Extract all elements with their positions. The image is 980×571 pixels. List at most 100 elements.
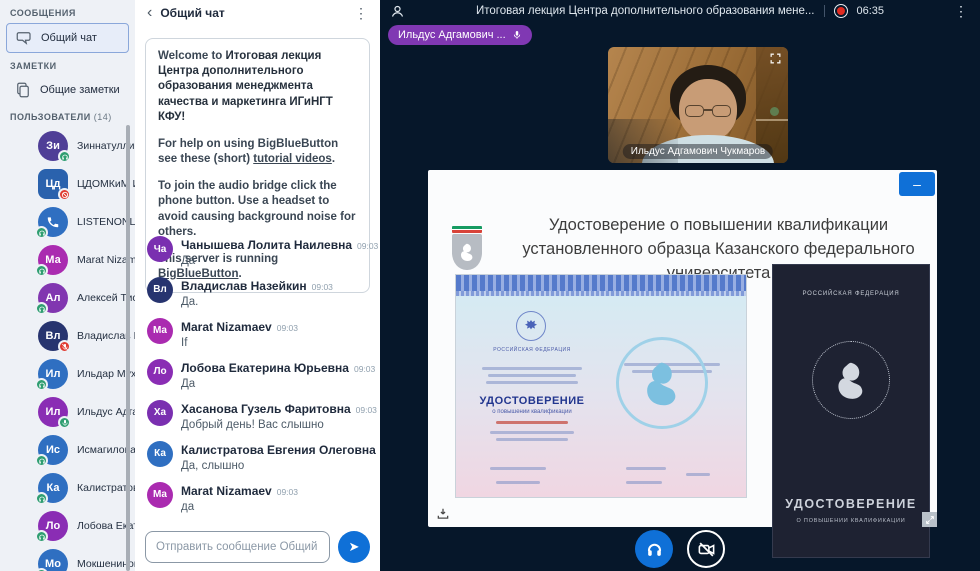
message-text: If [181, 336, 298, 351]
leave-audio-button[interactable] [635, 530, 673, 568]
chat-message: Ча Чанышева Лолита Наилевна09:03 Да [147, 236, 368, 269]
chat-panel: ‹ Общий чат ⋮ Welcome to Итоговая лекция… [135, 0, 380, 571]
status-badge [35, 264, 48, 277]
talking-indicator[interactable]: Ильдус Адгамович ... [388, 25, 532, 45]
chat-input-bar: ➤ [145, 531, 370, 563]
avatar: Ло [147, 359, 173, 385]
minimize-icon: – [913, 176, 921, 192]
avatar-initials: Ха [154, 407, 166, 418]
chat-message: Вл Владислав Назейкин09:03 Да. [147, 277, 368, 310]
status-badge [35, 492, 48, 505]
user-list-item[interactable]: Зи Зиннатуллин... (Вы) [0, 127, 135, 165]
message-text: Да. [181, 295, 333, 310]
avatar: Ма [147, 482, 173, 508]
chat-options-kebab-icon[interactable]: ⋮ [354, 6, 368, 20]
sidebar-item-shared-notes[interactable]: Общие заметки [6, 76, 129, 104]
avatar: Ча [147, 236, 173, 262]
user-list-item[interactable]: Цд ЦДОМКиМ ИГиНГТ [0, 165, 135, 203]
avatar-initials: Ма [45, 254, 60, 266]
chat-bubble-icon [15, 29, 33, 47]
send-message-button[interactable]: ➤ [338, 531, 370, 563]
certificate-subheading: о повышении квалификации [474, 409, 590, 415]
avatar: Вл [38, 321, 68, 351]
certificate-document-image: РОССИЙСКАЯ ФЕДЕРАЦИЯ УДОСТОВЕРЕНИЕ о пов… [455, 274, 747, 498]
chat-message-input[interactable] [145, 531, 330, 563]
avatar-initials: Вл [46, 330, 61, 342]
sidebar-scrollbar[interactable] [126, 125, 130, 571]
avatar-initials: Ло [46, 520, 60, 532]
user-list-item[interactable]: Вл Владислав Назей... [0, 317, 135, 355]
user-list-item[interactable]: Ка Калистратова Евг... [0, 469, 135, 507]
message-time: 09:03 [277, 323, 298, 333]
user-list-item[interactable]: Ло Лобова Екатерин... [0, 507, 135, 545]
user-list-item[interactable]: Ал Алексей Тистол [0, 279, 135, 317]
left-sidebar: СООБЩЕНИЯ Общий чат ЗАМЕТКИ Общие заметк… [0, 0, 135, 571]
user-list-item[interactable]: Мо Мокшенинова Ма... [0, 545, 135, 571]
options-kebab-icon[interactable]: ⋮ [954, 3, 968, 20]
camera-off-icon [697, 540, 716, 559]
chat-message: Ма Marat Nizamaev09:03 да [147, 482, 368, 515]
message-text: Да [181, 254, 378, 269]
headphones-icon [645, 540, 664, 559]
status-badge [58, 188, 71, 201]
phone-icon [46, 215, 60, 229]
avatar-initials: Мо [45, 558, 61, 570]
message-text: да [181, 500, 298, 515]
notes-section-header: ЗАМЕТКИ [10, 61, 125, 71]
avatar-initials: Ма [153, 489, 167, 500]
user-list-item[interactable]: LISTENONLY-%D0%... [0, 203, 135, 241]
download-presentation-button[interactable] [436, 507, 450, 521]
message-text: Добрый день! Вас слышно [181, 418, 377, 433]
avatar-initials: Зи [46, 140, 60, 152]
message-author: Marat Nizamaev09:03 [181, 484, 298, 498]
chat-title: Общий чат [160, 6, 224, 20]
chat-header: ‹ Общий чат ⋮ [135, 0, 380, 26]
avatar: Вл [147, 277, 173, 303]
cover-country: РОССИЙСКАЯ ФЕДЕРАЦИЯ [803, 291, 900, 297]
public-chat-label: Общий чат [41, 32, 97, 44]
cover-heading: УДОСТОВЕРЕНИЕ [785, 497, 916, 511]
avatar: Ка [38, 473, 68, 503]
avatar: Ло [38, 511, 68, 541]
chat-message: Ка Калистратова Евгения Олеговна09:03 Да… [147, 441, 368, 474]
shared-notes-label: Общие заметки [40, 84, 120, 96]
message-list: Ча Чанышева Лолита Наилевна09:03 Да Вл В… [135, 232, 380, 523]
sidebar-item-public-chat[interactable]: Общий чат [6, 23, 129, 53]
recording-indicator[interactable] [833, 4, 847, 18]
certificate-ornament-band [456, 275, 746, 291]
tutorial-videos-link[interactable]: tutorial videos [253, 153, 332, 165]
fullscreen-icon[interactable] [769, 52, 782, 65]
avatar-initials: Цд [45, 178, 60, 190]
avatar: Ма [38, 245, 68, 275]
message-time: 09:03 [356, 405, 377, 415]
minimize-presentation-button[interactable]: – [899, 172, 935, 196]
avatar: Ил [38, 397, 68, 427]
certificate-heading: УДОСТОВЕРЕНИЕ [474, 395, 590, 407]
divider [823, 5, 824, 17]
avatar: Мо [38, 549, 68, 571]
avatar-initials: Ло [153, 366, 166, 377]
avatar-initials: Ка [154, 448, 166, 459]
share-webcam-button[interactable] [687, 530, 725, 568]
status-badge [58, 416, 71, 429]
avatar-initials: Ил [46, 368, 61, 380]
message-author: Чанышева Лолита Наилевна09:03 [181, 238, 378, 252]
user-list-item[interactable]: Ма Marat Nizamaev [0, 241, 135, 279]
message-text: Да, слышно [181, 459, 380, 474]
chat-message: Ло Лобова Екатерина Юрьевна09:03 Да [147, 359, 368, 392]
webcam-video[interactable]: Ильдус Адгамович Чукмаров [608, 47, 788, 163]
back-chevron-icon[interactable]: ‹ [147, 5, 152, 21]
users-count: (14) [94, 112, 112, 122]
person-icon[interactable] [390, 4, 405, 19]
avatar-initials: Ка [47, 482, 60, 494]
russia-crest-icon [516, 311, 546, 341]
message-author: Владислав Назейкин09:03 [181, 279, 333, 293]
mic-icon [512, 30, 522, 40]
user-list-item[interactable]: Ил Ильдус Адгамови... [0, 393, 135, 431]
message-time: 09:03 [312, 282, 333, 292]
user-list-item[interactable]: Ис Исмагилова Эльза [0, 431, 135, 469]
user-list-item[interactable]: Ил Ильдар Мухамет... [0, 355, 135, 393]
resize-handle[interactable] [922, 512, 937, 527]
status-badge [58, 340, 71, 353]
meeting-title: Итоговая лекция Центра дополнительного о… [476, 5, 815, 17]
